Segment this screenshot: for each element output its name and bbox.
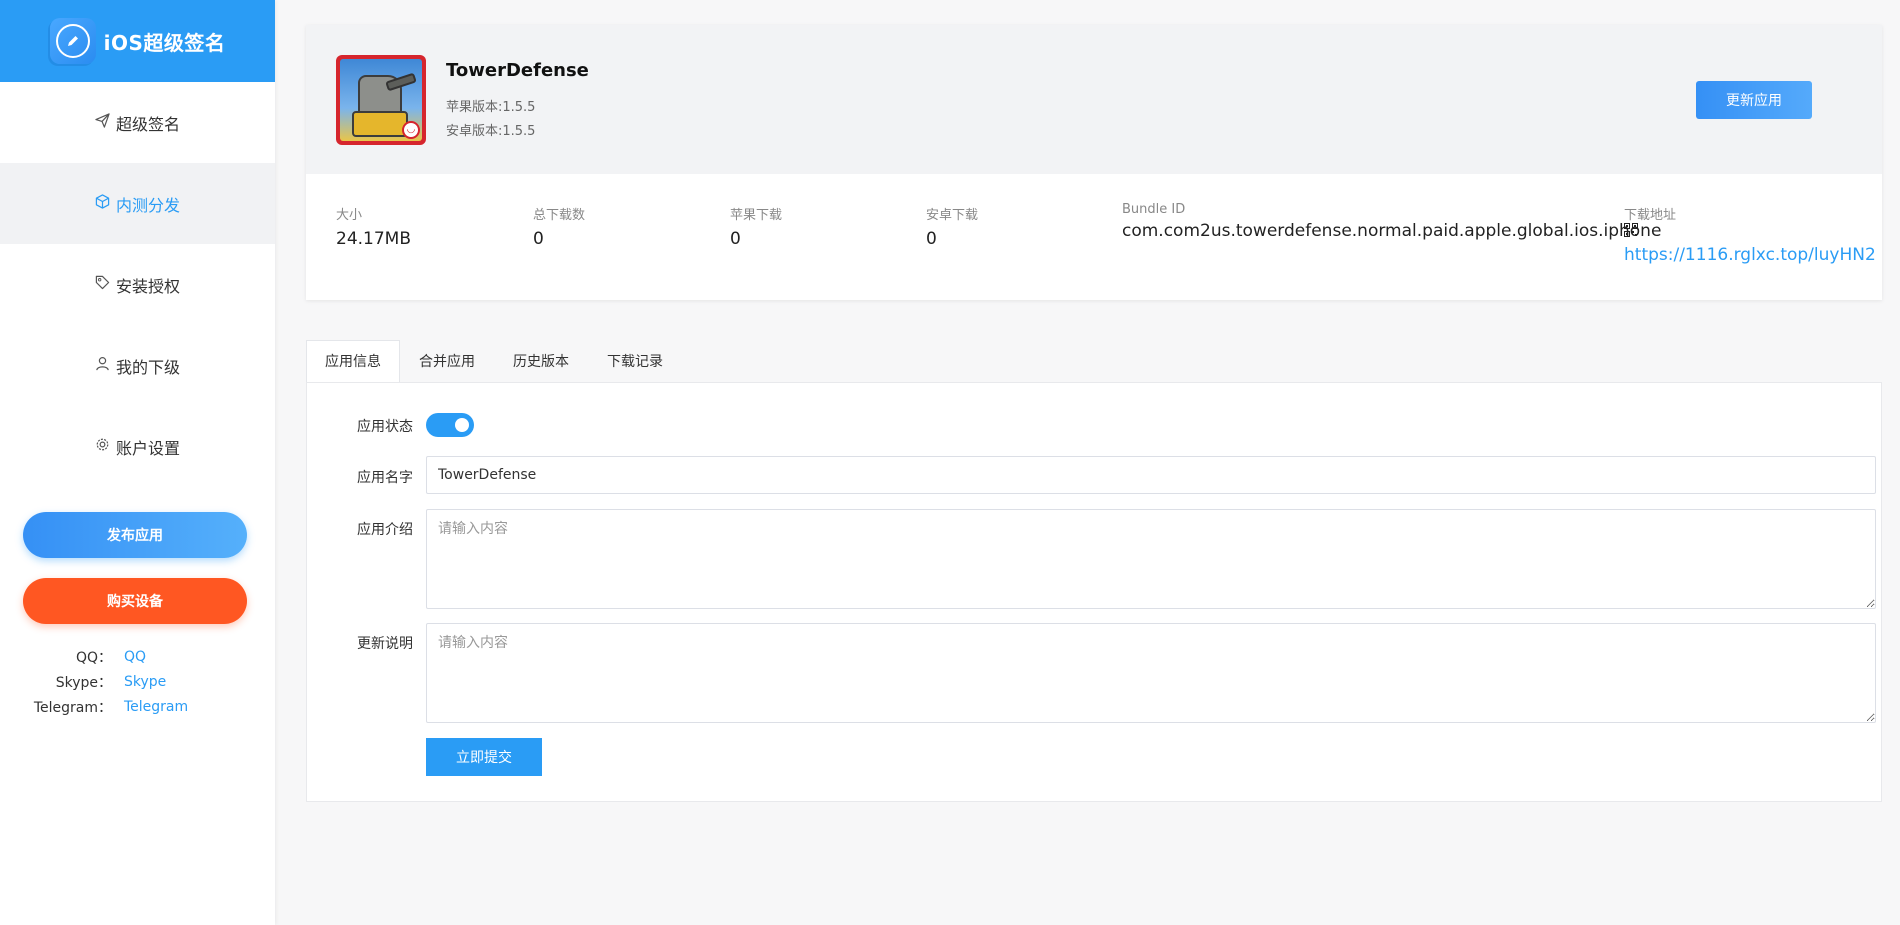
qr-code-icon[interactable] xyxy=(1624,223,1876,241)
user-icon xyxy=(95,356,110,375)
app-summary-card: ◡ TowerDefense 苹果版本:1.5.5 安卓版本:1.5.5 更新应… xyxy=(306,25,1882,300)
app-name: TowerDefense xyxy=(446,60,589,81)
tag-icon xyxy=(95,275,110,294)
sidebar-item-label: 内测分发 xyxy=(115,195,180,215)
send-icon xyxy=(95,113,110,132)
app-status-toggle[interactable] xyxy=(426,413,474,437)
gear-icon xyxy=(95,437,110,456)
stat-size: 大小 24.17MB xyxy=(336,204,411,249)
download-url-link[interactable]: https://1116.rglxc.top/luyHN2 xyxy=(1624,245,1876,265)
tab-merge-app[interactable]: 合并应用 xyxy=(400,340,494,383)
brand-header: iOS超级签名 xyxy=(0,0,275,82)
qq-link[interactable]: QQ xyxy=(124,649,146,665)
stat-android-downloads: 安卓下载 0 xyxy=(926,204,978,249)
sidebar-item-label: 账户设置 xyxy=(115,438,180,458)
detail-tabs: 应用信息 合并应用 历史版本 下载记录 xyxy=(306,340,682,383)
stat-label: 总下载数 xyxy=(533,208,586,223)
cube-icon xyxy=(95,194,110,213)
smile-badge-icon: ◡ xyxy=(402,121,420,139)
stat-value: 24.17MB xyxy=(336,229,411,249)
stat-download-url: 下载地址 https://1116.rglxc.top/luyHN2 xyxy=(1624,204,1876,265)
sidebar-item-subordinates[interactable]: 我的下级 xyxy=(0,325,275,406)
app-header: ◡ TowerDefense 苹果版本:1.5.5 安卓版本:1.5.5 更新应… xyxy=(306,25,1882,174)
pencil-logo-icon xyxy=(49,18,96,64)
sidebar-item-label: 安装授权 xyxy=(115,276,180,296)
contact-row-qq: QQ： QQ xyxy=(0,644,275,669)
android-version: 安卓版本:1.5.5 xyxy=(446,124,536,139)
contact-row-telegram: Telegram： Telegram xyxy=(0,694,275,719)
skype-link[interactable]: Skype xyxy=(124,674,166,690)
brand-title: iOS超级签名 xyxy=(103,30,226,55)
ios-version: 苹果版本:1.5.5 xyxy=(446,100,536,115)
app-info-form: 应用状态 应用名字 应用介绍 更新说明 立即提交 xyxy=(306,382,1882,802)
intro-label: 应用介绍 xyxy=(357,522,413,538)
status-label: 应用状态 xyxy=(357,419,413,435)
telegram-link[interactable]: Telegram xyxy=(124,699,188,715)
name-label: 应用名字 xyxy=(357,470,413,486)
stat-label: Bundle ID xyxy=(1122,202,1186,217)
sidebar-item-super-sign[interactable]: 超级签名 xyxy=(0,82,275,163)
sidebar-item-beta-distribution[interactable]: 内测分发 xyxy=(0,163,275,244)
notes-label: 更新说明 xyxy=(357,636,413,652)
stat-label: 大小 xyxy=(336,208,363,223)
stat-bundle-id: Bundle ID com.com2us.towerdefense.normal… xyxy=(1122,202,1661,241)
stat-value: 0 xyxy=(730,229,741,249)
app-icon: ◡ xyxy=(336,55,426,145)
sidebar-item-install-auth[interactable]: 安装授权 xyxy=(0,244,275,325)
stat-value: 0 xyxy=(533,229,544,249)
contact-key: QQ： xyxy=(75,649,112,666)
stat-ios-downloads: 苹果下载 0 xyxy=(730,204,782,249)
publish-app-button[interactable]: 发布应用 xyxy=(23,512,247,558)
app-name-input[interactable] xyxy=(426,456,1876,494)
contact-list: QQ： QQ Skype： Skype Telegram： Telegram xyxy=(0,644,275,719)
app-stats: 大小 24.17MB 总下载数 0 苹果下载 0 安卓下载 0 Bundle I… xyxy=(306,174,1882,300)
buy-devices-button[interactable]: 购买设备 xyxy=(23,578,247,624)
contact-row-skype: Skype： Skype xyxy=(0,669,275,694)
bundle-id-value: com.com2us.towerdefense.normal.paid.appl… xyxy=(1122,221,1662,241)
tab-download-records[interactable]: 下载记录 xyxy=(588,340,682,383)
submit-button[interactable]: 立即提交 xyxy=(426,738,542,776)
stat-label: 下载地址 xyxy=(1624,208,1677,223)
tab-app-info[interactable]: 应用信息 xyxy=(306,340,400,383)
stat-label: 安卓下载 xyxy=(926,208,979,223)
update-notes-textarea[interactable] xyxy=(426,623,1876,723)
sidebar-item-label: 我的下级 xyxy=(115,357,180,377)
app-intro-textarea[interactable] xyxy=(426,509,1876,609)
sidebar-item-account-settings[interactable]: 账户设置 xyxy=(0,406,275,487)
contact-key: Skype： xyxy=(55,674,112,691)
stat-label: 苹果下载 xyxy=(730,208,783,223)
sidebar-item-label: 超级签名 xyxy=(115,114,180,134)
sidebar: iOS超级签名 超级签名 内测分发 安装授权 我的下级 账户设置 发布应用 购买… xyxy=(0,0,275,925)
update-app-button[interactable]: 更新应用 xyxy=(1696,81,1812,119)
tab-history-versions[interactable]: 历史版本 xyxy=(494,340,588,383)
stat-total-downloads: 总下载数 0 xyxy=(533,204,585,249)
stat-value: 0 xyxy=(926,229,937,249)
contact-key: Telegram： xyxy=(33,699,112,716)
